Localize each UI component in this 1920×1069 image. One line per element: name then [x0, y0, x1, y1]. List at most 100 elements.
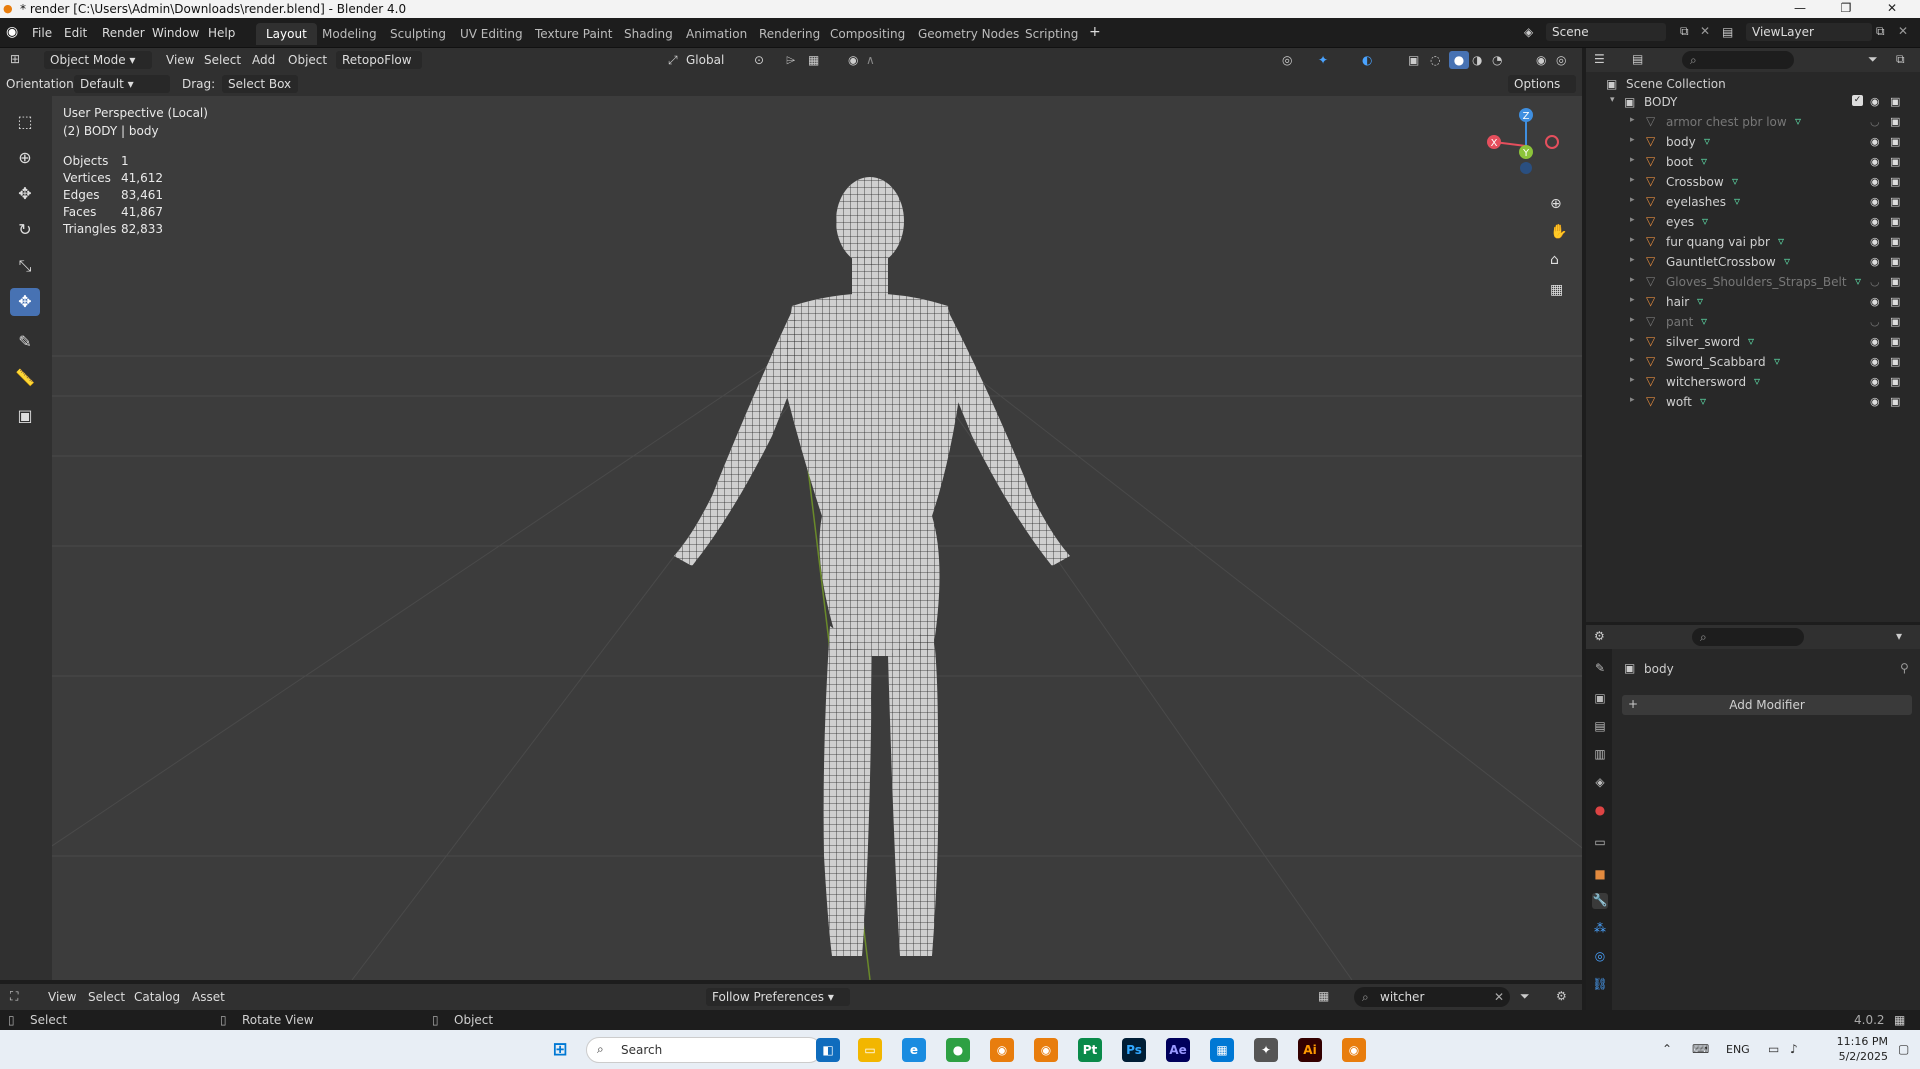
expand-icon[interactable]: ▸	[1630, 275, 1635, 285]
camera-icon[interactable]: ▣	[1890, 215, 1900, 228]
camera-icon[interactable]: ▣	[1890, 275, 1900, 288]
pan-hand-icon[interactable]: ✋	[1550, 224, 1567, 240]
3d-viewport[interactable]: User Perspective (Local) (2) BODY | body…	[52, 96, 1582, 980]
camera-icon[interactable]: ▣	[1890, 115, 1900, 128]
display-mode-icon[interactable]: ▤	[1632, 52, 1643, 66]
scene-tab-icon[interactable]: ◈	[1592, 775, 1608, 791]
maximize-button[interactable]: ❐	[1824, 0, 1868, 18]
eye-icon[interactable]: ◉	[1870, 255, 1880, 268]
menu-view[interactable]: View	[166, 53, 194, 67]
snap-grid-icon[interactable]: ▦	[808, 53, 819, 67]
outliner-search-input[interactable]: ⌕	[1682, 51, 1794, 69]
scene-selector[interactable]: Scene	[1546, 23, 1666, 41]
eye-icon[interactable]: ◉	[1870, 355, 1880, 368]
display-grid-icon[interactable]: ▦	[1318, 989, 1329, 1003]
add-workspace-icon[interactable]: +	[1089, 24, 1101, 40]
expand-icon[interactable]: ▸	[1630, 395, 1635, 405]
camera-icon[interactable]: ▣	[1890, 355, 1900, 368]
annotate-tool-icon[interactable]: ✎	[10, 328, 40, 356]
properties-search-input[interactable]: ⌕	[1692, 628, 1804, 646]
eye-icon[interactable]: ◉	[1870, 375, 1880, 388]
outliner-item[interactable]: ▸ ▽ pant ▿ ◡ ▣	[1586, 312, 1920, 332]
blender-taskbar-icon[interactable]: ◉	[990, 1038, 1014, 1062]
outliner-item[interactable]: ▸ ▽ witchersword ▿ ◉ ▣	[1586, 372, 1920, 392]
tab-compositing[interactable]: Compositing	[820, 23, 915, 45]
menu-select[interactable]: Select	[204, 53, 241, 67]
editor-type-icon[interactable]: ☰	[1594, 52, 1605, 66]
zoom-icon[interactable]: ⊕	[1550, 196, 1562, 212]
after-effects-icon[interactable]: Ae	[1166, 1038, 1190, 1062]
clear-search-icon[interactable]: ✕	[1494, 990, 1504, 1004]
expand-icon[interactable]: ▸	[1630, 335, 1635, 345]
edge-icon[interactable]: e	[902, 1038, 926, 1062]
eye-icon[interactable]: ◡	[1870, 275, 1880, 288]
chevron-down-icon[interactable]: ▾	[1896, 629, 1902, 643]
asset-search-input[interactable]: ⌕ witcher ✕	[1354, 987, 1510, 1007]
editor-type-icon[interactable]: ⛶	[10, 989, 18, 1004]
exclude-checkbox[interactable]: ✓	[1852, 95, 1863, 106]
new-collection-icon[interactable]: ⧉	[1896, 52, 1905, 67]
material-shading-icon[interactable]: ◑	[1472, 53, 1482, 67]
volume-icon[interactable]: ♪	[1790, 1042, 1798, 1056]
menu-view[interactable]: View	[48, 990, 76, 1004]
blender-taskbar-icon-2[interactable]: ◉	[1034, 1038, 1058, 1062]
outliner-item[interactable]: ▸ ▽ boot ▿ ◉ ▣	[1586, 152, 1920, 172]
rendered-shading-icon[interactable]: ◔	[1492, 53, 1502, 67]
tab-shading[interactable]: Shading	[614, 23, 683, 45]
expand-icon[interactable]: ▸	[1630, 255, 1635, 265]
mode-selector[interactable]: Object Mode ▾	[44, 51, 152, 69]
options-button[interactable]: Options ▾	[1508, 75, 1576, 109]
eye-icon[interactable]: ◉	[1870, 395, 1880, 408]
menu-render[interactable]: Render	[102, 26, 145, 40]
add-modifier-button[interactable]: + Add Modifier	[1622, 695, 1912, 715]
camera-view-icon[interactable]: ⌂	[1550, 252, 1559, 268]
expand-icon[interactable]: ▸	[1630, 375, 1635, 385]
new-scene-icon[interactable]: ⧉	[1680, 24, 1689, 39]
outliner-item[interactable]: ▸ ▽ GauntletCrossbow ▿ ◉ ▣	[1586, 252, 1920, 272]
taskview-icon[interactable]: ◧	[816, 1038, 840, 1062]
rotate-tool-icon[interactable]: ↻	[10, 216, 40, 244]
language-indicator[interactable]: ENG	[1726, 1043, 1750, 1056]
eye-icon[interactable]: ◉	[1870, 335, 1880, 348]
outliner-item[interactable]: ▸ ▽ woft ▿ ◉ ▣	[1586, 392, 1920, 412]
move-tool-icon[interactable]: ✥	[10, 180, 40, 208]
outliner-item[interactable]: ▸ ▽ fur quang vai pbr ▿ ◉ ▣	[1586, 232, 1920, 252]
clock-date[interactable]: 5/2/2025	[1822, 1050, 1888, 1063]
tab-modeling[interactable]: Modeling	[312, 23, 387, 45]
tab-animation[interactable]: Animation	[676, 23, 757, 45]
falloff-icon[interactable]: ∧	[866, 53, 875, 67]
taskbar-search-input[interactable]: ⌕ Search	[586, 1037, 822, 1063]
pycharm-icon[interactable]: Pt	[1078, 1038, 1102, 1062]
collection-row[interactable]: ▾ ▣ BODY ✓ ◉ ▣	[1586, 92, 1920, 112]
retopoflow-menu[interactable]: RetopoFlow ▾	[336, 51, 422, 85]
menu-edit[interactable]: Edit	[64, 26, 87, 40]
tab-uv-editing[interactable]: UV Editing	[450, 23, 533, 45]
tab-geometry-nodes[interactable]: Geometry Nodes	[908, 23, 1029, 45]
illustrator-icon[interactable]: Ai	[1298, 1038, 1322, 1062]
delete-scene-icon[interactable]: ✕	[1700, 24, 1710, 38]
scale-tool-icon[interactable]: ⤡	[10, 252, 40, 280]
particles-tab-icon[interactable]: ⁂	[1592, 921, 1608, 937]
tab-scripting[interactable]: Scripting	[1015, 23, 1088, 45]
menu-select[interactable]: Select	[88, 990, 125, 1004]
menu-object[interactable]: Object	[288, 53, 327, 67]
outliner-item[interactable]: ▸ ▽ eyes ▿ ◉ ▣	[1586, 212, 1920, 232]
gizmo-toggle-icon[interactable]: ✦	[1318, 53, 1328, 67]
file-explorer-icon[interactable]: ▭	[858, 1038, 882, 1062]
tool-tab-icon[interactable]: ✎	[1592, 661, 1608, 677]
cursor-tool-icon[interactable]: ⊕	[10, 144, 40, 172]
photoshop-icon[interactable]: Ps	[1122, 1038, 1146, 1062]
outliner-item[interactable]: ▸ ▽ hair ▿ ◉ ▣	[1586, 292, 1920, 312]
camera-icon[interactable]: ▣	[1890, 175, 1900, 188]
outliner-item[interactable]: ▸ ▽ Sword_Scabbard ▿ ◉ ▣	[1586, 352, 1920, 372]
windows-start-icon[interactable]: ⊞	[548, 1038, 572, 1062]
select-box-tool-icon[interactable]: ⬚	[10, 108, 40, 136]
expand-icon[interactable]: ▸	[1630, 195, 1635, 205]
filter-icon[interactable]: ⏷	[1520, 989, 1530, 1004]
scene-collection-row[interactable]: ▣ Scene Collection	[1586, 74, 1920, 94]
network-icon[interactable]: ▭	[1768, 1042, 1779, 1056]
expand-icon[interactable]: ▸	[1630, 355, 1635, 365]
eye-icon[interactable]: ◉	[1870, 95, 1880, 108]
outliner-item[interactable]: ▸ ▽ body ▿ ◉ ▣	[1586, 132, 1920, 152]
close-button[interactable]: ✕	[1870, 0, 1914, 18]
